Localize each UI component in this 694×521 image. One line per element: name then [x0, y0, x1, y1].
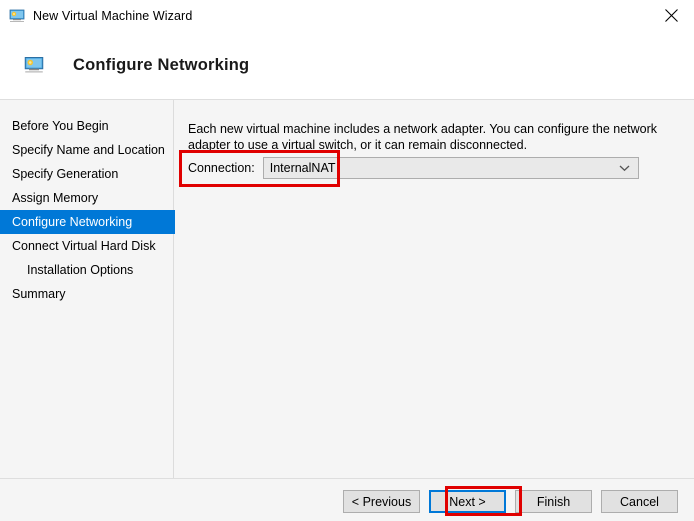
window-title: New Virtual Machine Wizard — [33, 9, 192, 23]
virtual-machine-monitor-icon — [24, 55, 44, 75]
sidebar-item-specify-generation[interactable]: Specify Generation — [0, 162, 173, 186]
sidebar-item-label: Specify Generation — [12, 167, 118, 181]
virtual-machine-monitor-icon — [9, 8, 25, 24]
sidebar-item-before-you-begin[interactable]: Before You Begin — [0, 114, 173, 138]
sidebar-item-label: Summary — [12, 287, 65, 301]
content-pane: Each new virtual machine includes a netw… — [175, 100, 694, 478]
sidebar-item-label: Before You Begin — [12, 119, 109, 133]
sidebar-item-installation-options[interactable]: Installation Options — [0, 258, 173, 282]
connection-row: Connection: InternalNAT — [188, 157, 639, 179]
sidebar-item-specify-name-and-location[interactable]: Specify Name and Location — [0, 138, 173, 162]
sidebar-item-label: Configure Networking — [12, 215, 132, 229]
close-icon[interactable] — [648, 0, 694, 31]
connection-dropdown[interactable]: InternalNAT — [263, 157, 639, 179]
sidebar-item-label: Connect Virtual Hard Disk — [12, 239, 156, 253]
chevron-down-icon — [619, 158, 630, 178]
connection-label: Connection: — [188, 161, 255, 175]
sidebar-item-assign-memory[interactable]: Assign Memory — [0, 186, 173, 210]
wizard-steps-sidebar: Before You Begin Specify Name and Locati… — [0, 100, 174, 478]
wizard-button-row: < Previous Next > Finish Cancel — [343, 490, 678, 513]
sidebar-item-summary[interactable]: Summary — [0, 282, 173, 306]
sidebar-item-label: Assign Memory — [12, 191, 98, 205]
finish-button[interactable]: Finish — [515, 490, 592, 513]
description-text: Each new virtual machine includes a netw… — [188, 121, 680, 153]
sidebar-item-label: Specify Name and Location — [12, 143, 165, 157]
footer-bar: < Previous Next > Finish Cancel — [0, 478, 694, 521]
page-header: Configure Networking — [0, 31, 694, 100]
next-button[interactable]: Next > — [429, 490, 506, 513]
sidebar-item-connect-virtual-hard-disk[interactable]: Connect Virtual Hard Disk — [0, 234, 173, 258]
body-area: Before You Begin Specify Name and Locati… — [0, 100, 694, 478]
connection-selected-value: InternalNAT — [264, 161, 336, 175]
previous-button[interactable]: < Previous — [343, 490, 420, 513]
cancel-button[interactable]: Cancel — [601, 490, 678, 513]
sidebar-item-label: Installation Options — [27, 263, 133, 277]
page-title: Configure Networking — [73, 56, 249, 75]
title-bar: New Virtual Machine Wizard — [0, 0, 694, 31]
sidebar-item-configure-networking[interactable]: Configure Networking — [0, 210, 182, 234]
